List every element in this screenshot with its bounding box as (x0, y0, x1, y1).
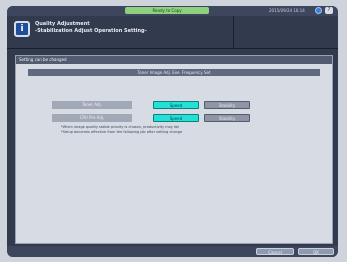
top-status-bar: Ready to Copy 2015/09/24 16:14 ? (7, 6, 338, 16)
device-frame: Ready to Copy 2015/09/24 16:14 ? i Quali… (0, 0, 347, 262)
page-title: Quality Adjustment (35, 21, 90, 27)
section-subheader: Toner Image Adj. Exe. Frequency Set (28, 69, 320, 76)
cancel-button[interactable]: Cancel (256, 248, 294, 255)
info-icon: i (14, 21, 30, 37)
page-subtitle: -Stabilization Adjust Operation Setting- (35, 28, 147, 34)
header-divider (7, 48, 338, 49)
title-divider (233, 16, 234, 48)
network-status-icon[interactable] (315, 7, 322, 14)
settings-panel: Setting can be changed Toner Image Adj. … (15, 55, 333, 244)
panel-header: Setting can be changed (16, 56, 332, 64)
machine-status: Ready to Copy (125, 7, 209, 14)
toner-adj-stability-button[interactable]: Stability (204, 101, 250, 109)
touch-screen: Ready to Copy 2015/09/24 16:14 ? i Quali… (7, 6, 338, 257)
toner-adj-speed-button[interactable]: Speed (153, 101, 199, 109)
cpu-pre-adj-label: CPU Pre Adj. (52, 114, 132, 122)
toner-adj-label: Toner Adj. (52, 101, 132, 109)
datetime-display: 2015/09/24 16:14 (269, 8, 305, 13)
cpu-pre-adj-speed-button[interactable]: Speed (153, 114, 199, 122)
ok-button[interactable]: OK (298, 248, 334, 255)
help-icon[interactable]: ? (325, 7, 333, 14)
cpu-pre-adj-stability-button[interactable]: Stability (204, 114, 250, 122)
note-effective: *Setup becomes effective from the follow… (61, 130, 183, 134)
